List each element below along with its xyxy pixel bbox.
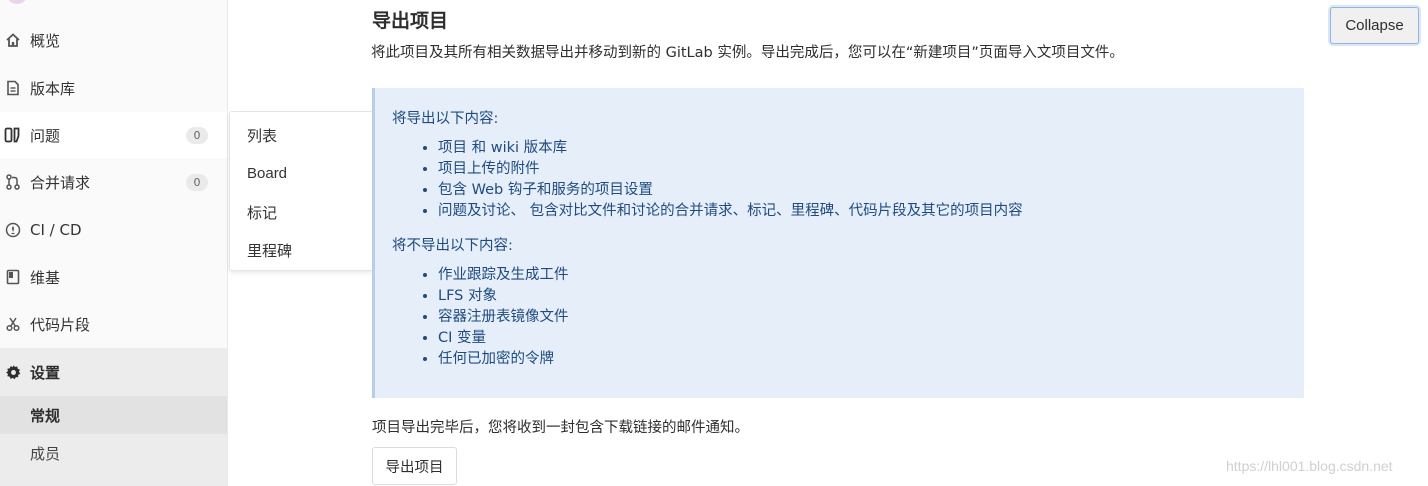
section-description: 将此项目及其所有相关数据导出并移动到新的 GitLab 实例。导出完成后，您可以…: [371, 45, 1124, 61]
sidebar-item-label: 代码片段: [30, 315, 91, 334]
watermark: https://lhl001.blog.csdn.net: [1226, 458, 1393, 474]
sidebar-item-snippets[interactable]: 代码片段: [0, 301, 227, 347]
list-item: 项目 和 wiki 版本库: [438, 138, 1023, 159]
sidebar-item-merge-requests[interactable]: 合并请求 0: [0, 159, 227, 205]
sidebar-item-label: 版本库: [30, 79, 76, 98]
merge-request-icon: [4, 173, 22, 191]
home-icon: [4, 31, 22, 49]
list-item: 容器注册表镜像文件: [438, 307, 569, 328]
flyout-item-list[interactable]: 列表: [230, 116, 391, 155]
settings-subnav: 常规 成员: [0, 396, 227, 486]
sidebar-item-ci-cd[interactable]: CI / CD: [0, 207, 227, 253]
issues-icon: [4, 126, 22, 144]
gear-icon: [4, 363, 22, 381]
list-item: CI 变量: [438, 328, 569, 349]
export-info-box: 将导出以下内容: 项目 和 wiki 版本库 项目上传的附件 包含 Web 钩子…: [372, 88, 1304, 398]
sidebar-item-repository[interactable]: 版本库: [0, 65, 227, 111]
list-item: LFS 对象: [438, 286, 569, 307]
project-avatar[interactable]: [6, 0, 28, 4]
list-item: 包含 Web 钩子和服务的项目设置: [438, 180, 1023, 201]
merge-requests-count-badge: 0: [186, 174, 208, 191]
subnav-item-next[interactable]: [0, 472, 227, 486]
subnav-item-general[interactable]: 常规: [0, 396, 227, 434]
scissors-icon: [4, 315, 22, 333]
sidebar-item-label: 维基: [30, 268, 61, 287]
book-icon: [4, 268, 22, 286]
export-project-button[interactable]: 导出项目: [372, 447, 457, 485]
rocket-icon: [4, 221, 22, 239]
flyout-item-labels[interactable]: 标记: [230, 193, 391, 232]
sidebar-item-label: 合并请求: [30, 173, 91, 192]
exported-heading: 将导出以下内容:: [392, 111, 499, 127]
sidebar-item-settings[interactable]: 设置: [0, 348, 227, 396]
flyout-item-milestones[interactable]: 里程碑: [230, 232, 391, 271]
list-item: 任何已加密的令牌: [438, 349, 569, 370]
exported-list: 项目 和 wiki 版本库 项目上传的附件 包含 Web 钩子和服务的项目设置 …: [438, 138, 1023, 222]
issues-flyout-menu: 列表 Board 标记 里程碑: [229, 111, 392, 271]
sidebar-item-wiki[interactable]: 维基: [0, 254, 227, 300]
list-item: 项目上传的附件: [438, 159, 1023, 180]
not-exported-heading: 将不导出以下内容:: [392, 238, 513, 254]
sidebar-item-overview[interactable]: 概览: [0, 17, 227, 63]
list-item: 问题及讨论、 包含对比文件和讨论的合并请求、标记、里程碑、代码片段及其它的项目内…: [438, 201, 1023, 222]
page-title: 导出项目: [372, 10, 449, 32]
sidebar-item-label: 设置: [30, 363, 61, 382]
not-exported-list: 作业跟踪及生成工件 LFS 对象 容器注册表镜像文件 CI 变量 任何已加密的令…: [438, 265, 569, 370]
issues-count-badge: 0: [186, 127, 208, 144]
flyout-item-board[interactable]: Board: [230, 155, 391, 194]
sidebar: 概览 版本库 问题 0 合并请求 0 CI / CD 维基 代码片段 设置 常规…: [0, 0, 228, 486]
email-notice: 项目导出完毕后，您将收到一封包含下载链接的邮件通知。: [372, 420, 749, 436]
list-item: 作业跟踪及生成工件: [438, 265, 569, 286]
sidebar-item-label: 问题: [30, 126, 61, 145]
collapse-button[interactable]: Collapse: [1330, 7, 1419, 44]
sidebar-item-issues[interactable]: 问题 0: [0, 112, 227, 158]
document-icon: [4, 79, 22, 97]
subnav-item-members[interactable]: 成员: [0, 434, 227, 472]
sidebar-item-label: CI / CD: [30, 221, 82, 239]
sidebar-item-label: 概览: [30, 31, 61, 50]
